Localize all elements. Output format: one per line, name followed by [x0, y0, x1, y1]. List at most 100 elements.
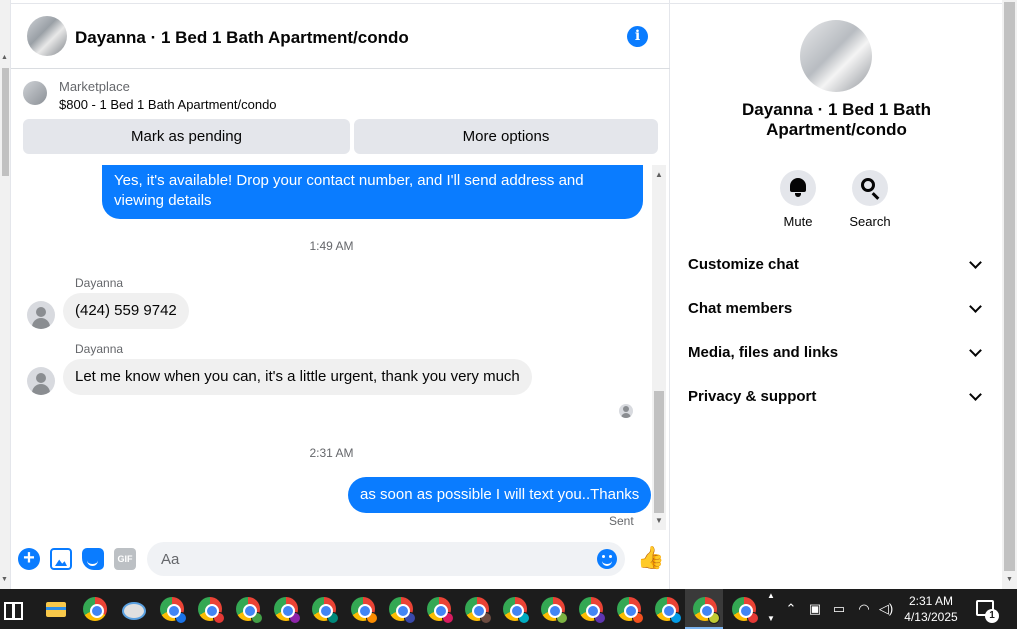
chrome-profile-window-icon[interactable] — [198, 597, 225, 624]
marketplace-label: Marketplace — [59, 79, 130, 94]
message-incoming[interactable]: Let me know when you can, it's a little … — [63, 359, 532, 395]
scroll-up-arrow-icon[interactable]: ▲ — [1, 54, 8, 61]
profile-badge-icon — [518, 612, 530, 624]
gif-icon[interactable]: GIF — [114, 548, 136, 570]
scroll-down-arrow-icon[interactable]: ▼ — [1, 576, 8, 583]
taskbar-scroll-arrows[interactable]: ▲ ▼ — [766, 589, 776, 629]
sender-avatar[interactable] — [27, 301, 55, 329]
section-title: Customize chat — [688, 256, 799, 273]
profile-badge-icon — [442, 612, 454, 624]
notification-count-badge: 1 — [985, 609, 999, 623]
wifi-icon[interactable]: ◠ — [856, 601, 872, 617]
search-label: Search — [849, 214, 891, 229]
scroll-down-arrow-icon[interactable]: ▼ — [655, 516, 663, 525]
read-receipt-avatar — [619, 404, 633, 418]
profile-avatar[interactable] — [800, 20, 872, 92]
profile-badge-icon — [747, 612, 759, 624]
paint-icon[interactable] — [120, 597, 146, 621]
chevron-down-icon[interactable] — [969, 388, 982, 401]
chevron-down-icon[interactable] — [969, 256, 982, 269]
section-customize-chat[interactable]: Customize chat — [671, 244, 1002, 288]
conversation-avatar[interactable] — [27, 16, 67, 56]
chat-header: Dayanna · 1 Bed 1 Bath Apartment/condo i — [11, 4, 670, 69]
profile-badge-icon — [404, 612, 416, 624]
more-options-button[interactable]: More options — [354, 119, 658, 154]
right-scrollbar-thumb[interactable] — [1004, 2, 1015, 571]
chrome-profile-window-icon[interactable] — [655, 597, 682, 624]
message-incoming[interactable]: (424) 559 9742 — [63, 293, 189, 329]
profile-badge-icon — [175, 612, 187, 624]
chrome-profile-window-icon[interactable] — [693, 597, 720, 624]
profile-badge-icon — [366, 612, 378, 624]
system-clock[interactable]: 2:31 AM 4/13/2025 — [896, 593, 966, 625]
conversation-details-panel: Dayanna · 1 Bed 1 Bath Apartment/condo M… — [671, 4, 1002, 589]
listing-title[interactable]: $800 - 1 Bed 1 Bath Apartment/condo — [59, 97, 277, 112]
chrome-profile-window-icon[interactable] — [351, 597, 378, 624]
mute-label: Mute — [783, 214, 813, 229]
chrome-profile-window-icon[interactable] — [160, 597, 187, 624]
scroll-up-arrow-icon[interactable]: ▲ — [655, 170, 663, 179]
chevron-down-icon[interactable]: ▼ — [766, 614, 776, 623]
sender-name: Dayanna — [75, 276, 124, 290]
emoji-icon[interactable] — [597, 549, 617, 569]
chat-panel: Dayanna · 1 Bed 1 Bath Apartment/condo i… — [11, 0, 670, 589]
bell-icon[interactable] — [780, 170, 816, 206]
chrome-profile-window-icon[interactable] — [236, 597, 263, 624]
chrome-profile-window-icon[interactable] — [312, 597, 339, 624]
message-timestamp: 2:31 AM — [309, 446, 354, 460]
message-timestamp: 1:49 AM — [309, 239, 354, 253]
plus-icon[interactable]: + — [18, 548, 40, 570]
scroll-down-arrow-icon[interactable]: ▼ — [1006, 576, 1013, 583]
search-button[interactable]: Search — [840, 170, 900, 229]
chrome-profile-window-icon[interactable] — [465, 597, 492, 624]
show-hidden-icons-icon[interactable]: ⌃ — [783, 601, 799, 617]
listing-thumbnail[interactable] — [23, 81, 47, 105]
left-scrollbar[interactable]: ▲ ▼ — [0, 0, 11, 589]
chrome-icon[interactable] — [83, 597, 107, 621]
right-scrollbar[interactable]: ▼ — [1002, 0, 1017, 589]
info-icon[interactable]: i — [627, 26, 648, 47]
chrome-profile-window-icon[interactable] — [541, 597, 568, 624]
battery-saver-icon[interactable]: ▣ — [807, 601, 823, 617]
chrome-profile-window-icon[interactable] — [732, 597, 759, 624]
sender-avatar[interactable] — [27, 367, 55, 395]
photo-icon[interactable] — [50, 548, 72, 570]
volume-icon[interactable]: ◁) — [878, 601, 894, 617]
windows-taskbar: ▲ ▼ ⌃ ▣ ▭ ◠ ◁) 2:31 AM 4/13/2025 1 — [0, 589, 1017, 629]
chevron-up-icon[interactable]: ▲ — [766, 591, 776, 600]
message-input[interactable] — [147, 542, 625, 576]
profile-badge-icon — [213, 612, 225, 624]
chrome-profile-window-icon[interactable] — [274, 597, 301, 624]
battery-icon[interactable]: ▭ — [831, 601, 847, 617]
chrome-profile-window-icon[interactable] — [617, 597, 644, 624]
chevron-down-icon[interactable] — [969, 300, 982, 313]
search-icon[interactable] — [852, 170, 888, 206]
conversation-title[interactable]: Dayanna · 1 Bed 1 Bath Apartment/condo — [75, 28, 409, 48]
message-scrollbar-thumb[interactable] — [654, 391, 664, 513]
profile-badge-icon — [556, 612, 568, 624]
section-privacy-support[interactable]: Privacy & support — [671, 376, 1002, 420]
message-outgoing[interactable]: Yes, it's available! Drop your contact n… — [102, 165, 643, 219]
task-view-icon[interactable] — [2, 597, 26, 621]
profile-badge-icon — [632, 612, 644, 624]
mark-as-pending-button[interactable]: Mark as pending — [23, 119, 350, 154]
section-chat-members[interactable]: Chat members — [671, 288, 1002, 332]
section-media-files-links[interactable]: Media, files and links — [671, 332, 1002, 376]
clock-time: 2:31 AM — [908, 594, 954, 608]
section-title: Chat members — [688, 300, 793, 317]
messenger-window: ▲ ▼ Dayanna · 1 Bed 1 Bath Apartment/con… — [0, 0, 1017, 629]
left-scrollbar-thumb[interactable] — [2, 68, 9, 176]
thumbs-up-icon[interactable]: 👍 — [637, 547, 664, 569]
message-scrollbar[interactable]: ▲ ▼ — [652, 165, 666, 530]
chrome-profile-window-icon[interactable] — [579, 597, 606, 624]
chevron-down-icon[interactable] — [969, 344, 982, 357]
chrome-profile-window-icon[interactable] — [503, 597, 530, 624]
chrome-profile-window-icon[interactable] — [389, 597, 416, 624]
sticker-icon[interactable] — [82, 548, 104, 570]
profile-badge-icon — [594, 612, 606, 624]
file-explorer-icon[interactable] — [44, 597, 68, 621]
mute-button[interactable]: Mute — [768, 170, 828, 229]
chrome-profile-window-icon[interactable] — [427, 597, 454, 624]
clock-date: 4/13/2025 — [904, 610, 958, 624]
message-outgoing[interactable]: as soon as possible I will text you..Tha… — [348, 477, 652, 513]
